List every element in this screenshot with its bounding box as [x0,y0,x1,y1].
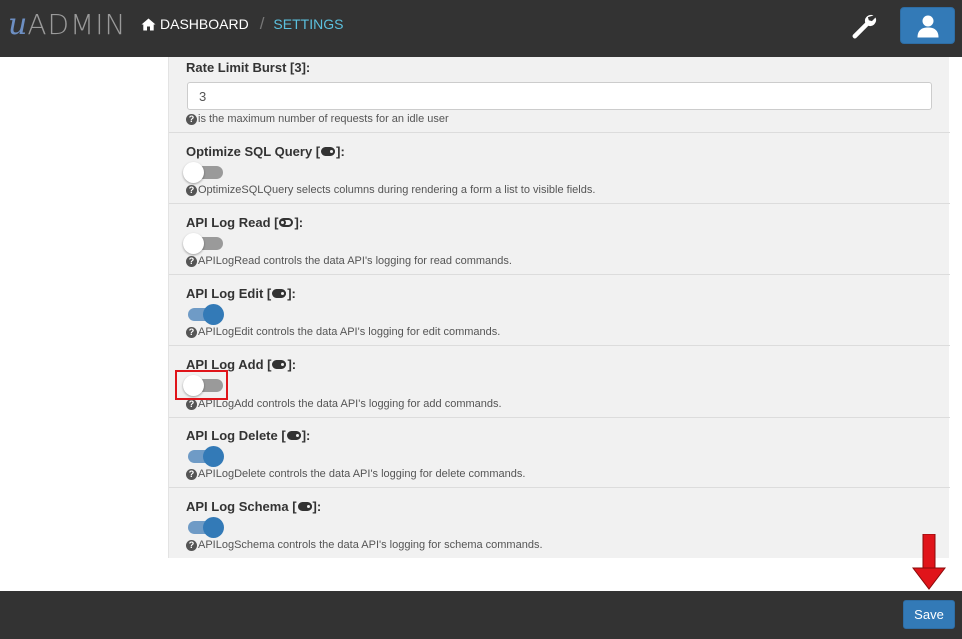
rate-limit-burst-label: Rate Limit Burst [3]: [186,60,311,75]
api-log-add-label: API Log Add [ ]: [186,357,296,372]
top-navbar: u ADMIN DASHBOARD / SETTINGS [0,0,962,57]
api-log-edit-help-text: APILogEdit controls the data API's loggi… [198,326,501,338]
api-log-delete-help-text: APILogDelete controls the data API's log… [198,468,526,480]
api-log-edit-label-suffix: ]: [287,286,296,301]
api-log-read-help-text: APILogRead controls the data API's loggi… [198,255,512,267]
api-log-add-switch[interactable] [183,375,223,396]
uadmin-logo[interactable]: u ADMIN [8,8,126,42]
toggle-on-icon [297,502,312,511]
save-button[interactable]: Save [903,600,955,629]
red-arrow-icon [912,534,946,590]
setting-api-log-add: API Log Add [ ]: ? APILogAdd controls th… [169,346,950,418]
question-circle-icon: ? [186,468,197,480]
footer-bar [0,591,962,639]
logo-admin: ADMIN [27,8,127,41]
setting-api-log-delete: API Log Delete [ ]: ? APILogDelete contr… [169,418,950,488]
user-menu-button[interactable] [900,7,955,44]
breadcrumb-settings: SETTINGS [273,16,344,32]
optimize-sql-switch[interactable] [183,162,223,183]
question-circle-icon: ? [186,398,197,410]
api-log-schema-label-prefix: API Log Schema [ [186,499,297,514]
breadcrumb-dashboard-label: DASHBOARD [160,16,249,32]
toggle-on-icon [321,147,336,156]
api-log-read-label-suffix: ]: [294,215,304,230]
api-log-schema-switch[interactable] [183,517,224,538]
api-log-delete-help: ? APILogDelete controls the data API's l… [186,468,525,480]
setting-api-log-read: API Log Read [ ]: ? APILogRead controls … [169,204,950,275]
question-circle-icon: ? [186,539,197,551]
setting-api-log-edit: API Log Edit [ ]: ? APILogEdit controls … [169,275,950,346]
setting-optimize-sql-query: Optimize SQL Query [ ]: ? OptimizeSQLQue… [169,133,950,204]
logo-u: u [8,7,28,42]
breadcrumb-separator: / [259,14,265,33]
rate-limit-burst-input[interactable] [187,82,932,110]
toggle-on-icon [286,431,301,440]
toggle-on-icon [272,360,287,369]
optimize-sql-label: Optimize SQL Query [ ]: [186,144,345,159]
toggle-off-icon [279,218,294,227]
question-circle-icon: ? [186,255,197,267]
api-log-edit-label: API Log Edit [ ]: [186,286,296,301]
optimize-sql-label-prefix: Optimize SQL Query [ [186,144,321,159]
api-log-schema-help-text: APILogSchema controls the data API's log… [198,539,543,551]
api-log-edit-help: ? APILogEdit controls the data API's log… [186,326,500,338]
optimize-sql-help: ? OptimizeSQLQuery selects columns durin… [186,184,595,196]
rate-limit-burst-help-text: is the maximum number of requests for an… [198,113,449,125]
setting-rate-limit-burst: Rate Limit Burst [3]: ? is the maximum n… [169,57,950,133]
api-log-edit-label-prefix: API Log Edit [ [186,286,272,301]
settings-wrench-button[interactable] [846,9,880,43]
setting-api-log-schema: API Log Schema [ ]: ? APILogSchema contr… [169,488,950,558]
api-log-read-switch[interactable] [183,233,223,254]
toggle-on-icon [272,289,287,298]
breadcrumb: DASHBOARD / SETTINGS [141,14,344,33]
api-log-read-label-prefix: API Log Read [ [186,215,279,230]
question-circle-icon: ? [186,326,197,338]
api-log-add-label-prefix: API Log Add [ [186,357,272,372]
wrench-icon [852,14,877,39]
question-circle-icon: ? [186,113,197,125]
optimize-sql-label-suffix: ]: [336,144,345,159]
api-log-delete-label-suffix: ]: [301,428,311,443]
user-icon [917,15,938,37]
rate-limit-burst-help: ? is the maximum number of requests for … [186,113,449,125]
api-log-read-help: ? APILogRead controls the data API's log… [186,255,512,267]
home-icon [141,18,156,30]
api-log-delete-switch[interactable] [183,446,224,467]
api-log-schema-help: ? APILogSchema controls the data API's l… [186,539,543,551]
api-log-delete-label-prefix: API Log Delete [ [186,428,286,443]
api-log-read-label: API Log Read [ ]: [186,215,303,230]
api-log-add-label-suffix: ]: [287,357,297,372]
question-circle-icon: ? [186,184,197,196]
api-log-delete-label: API Log Delete [ ]: [186,428,310,443]
api-log-schema-label-suffix: ]: [312,499,322,514]
api-log-schema-label: API Log Schema [ ]: [186,499,321,514]
optimize-sql-help-text: OptimizeSQLQuery selects columns during … [198,184,596,196]
breadcrumb-dashboard-link[interactable]: DASHBOARD [141,16,249,32]
settings-panel: Rate Limit Burst [3]: ? is the maximum n… [168,57,950,558]
api-log-add-help: ? APILogAdd controls the data API's logg… [186,398,502,410]
api-log-edit-switch[interactable] [183,304,224,325]
api-log-add-help-text: APILogAdd controls the data API's loggin… [198,398,502,410]
